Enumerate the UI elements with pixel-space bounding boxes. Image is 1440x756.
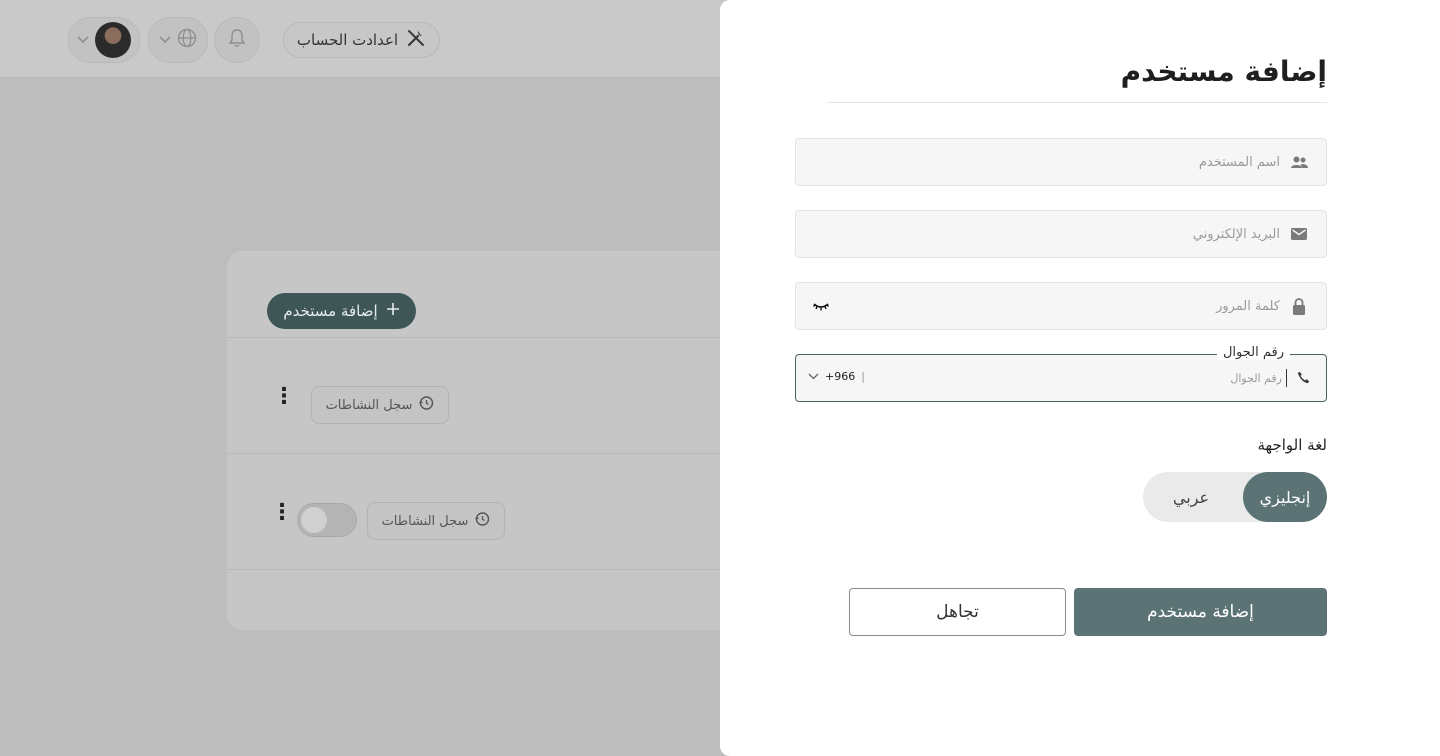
interface-language-label: لغة الواجهة xyxy=(1257,436,1328,454)
email-field[interactable] xyxy=(795,210,1327,258)
more-options-icon[interactable]: ⋮ xyxy=(271,502,293,524)
activity-log-label: سجل النشاطات xyxy=(325,397,413,413)
history-icon xyxy=(418,395,434,415)
history-icon xyxy=(474,511,490,531)
chevron-down-icon xyxy=(808,370,819,383)
country-code: +966 xyxy=(825,370,856,383)
activity-log-label: سجل النشاطات xyxy=(381,513,469,529)
lock-icon xyxy=(1290,297,1308,315)
settings-label: اعدادت الحساب xyxy=(296,31,399,49)
language-option-arabic[interactable]: عربي xyxy=(1143,472,1239,522)
language-option-english[interactable]: إنجليزي xyxy=(1243,472,1327,522)
globe-icon xyxy=(177,28,197,52)
more-options-icon[interactable]: ⋮ xyxy=(273,386,295,408)
phone-icon xyxy=(1297,369,1310,388)
hide-password-icon[interactable] xyxy=(812,297,830,315)
avatar[interactable] xyxy=(95,22,131,58)
notifications-button[interactable] xyxy=(214,17,260,63)
submit-add-user-button[interactable]: إضافة مستخدم xyxy=(1074,588,1327,636)
envelope-icon xyxy=(1290,228,1308,240)
chevron-down-icon xyxy=(159,34,171,47)
drawer-title: إضافة مستخدم xyxy=(1120,55,1327,88)
profile-menu[interactable] xyxy=(68,17,140,63)
bell-icon xyxy=(228,28,246,52)
password-input[interactable] xyxy=(796,298,1280,314)
cancel-button[interactable]: تجاهل xyxy=(849,588,1066,636)
add-user-drawer: إضافة مستخدم رقم الجوال +966 xyxy=(720,0,1440,756)
language-toggle[interactable]: إنجليزي عربي xyxy=(1143,472,1327,522)
user-status-toggle[interactable] xyxy=(297,503,357,537)
add-user-label: إضافة مستخدم xyxy=(283,302,378,320)
language-menu[interactable] xyxy=(148,17,208,63)
chevron-down-icon xyxy=(77,34,89,47)
add-user-button[interactable]: إضافة مستخدم xyxy=(267,293,416,329)
title-divider xyxy=(827,102,1327,103)
username-field[interactable] xyxy=(795,138,1327,186)
phone-input[interactable] xyxy=(907,369,1287,387)
phone-legend: رقم الجوال xyxy=(1216,345,1290,360)
account-settings-button[interactable]: اعدادت الحساب xyxy=(283,22,440,58)
username-input[interactable] xyxy=(796,154,1280,170)
users-icon xyxy=(1290,156,1308,169)
phone-field[interactable]: رقم الجوال +966 | xyxy=(795,345,1327,402)
activity-log-button[interactable]: سجل النشاطات xyxy=(311,386,449,424)
country-code-select[interactable]: +966 | xyxy=(808,370,865,383)
separator: | xyxy=(861,370,865,383)
plus-icon xyxy=(386,302,400,320)
wrench-screwdriver-icon xyxy=(406,28,426,52)
activity-log-button[interactable]: سجل النشاطات xyxy=(367,502,505,540)
password-field[interactable] xyxy=(795,282,1327,330)
email-input[interactable] xyxy=(796,226,1280,242)
